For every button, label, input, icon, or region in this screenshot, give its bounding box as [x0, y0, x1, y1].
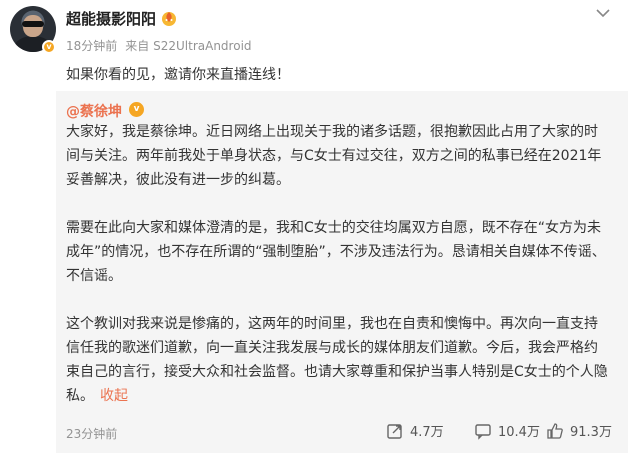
post-text: 如果你看的见，邀请你来直播连线！: [66, 67, 290, 83]
collapse-link[interactable]: 收起: [100, 388, 128, 404]
text-line: 大家好，我是蔡徐坤。近日网络上出现关于我的诸多话题，很抱歉因此占用了大家的时: [66, 124, 598, 140]
weibo-post: v 超能摄影阳阳 18分钟前 来自 S22UltraAndroid 如果你看的见，…: [0, 0, 628, 453]
repost-button[interactable]: 4.7万: [386, 421, 444, 440]
comment-icon: [475, 423, 491, 440]
text-line: 这个教训对我来说是惨痛的，这两年的时间里，我也在自责和懊悔中。再次向一直支持: [66, 316, 598, 332]
text-line: 不信谣。: [66, 268, 122, 284]
repost-count: 4.7万: [410, 425, 444, 440]
avatar-glasses: [22, 21, 44, 27]
verified-badge-icon: v: [42, 40, 56, 54]
fire-medal-icon[interactable]: [160, 9, 178, 27]
text-line: 私。 收起: [66, 384, 616, 408]
comment-count: 10.4万: [498, 425, 540, 440]
post-source: S22UltraAndroid: [153, 39, 252, 53]
original-author[interactable]: @蔡徐坤: [66, 101, 122, 121]
text-line: 信任我的歌迷们道歉，向一直关注我发展与成长的媒体朋友们道歉。今后，我会严格约: [66, 340, 598, 356]
source-prefix: 来自: [125, 39, 150, 53]
repost-paragraph: 大家好，我是蔡徐坤。近日网络上出现关于我的诸多话题，很抱歉因此占用了大家的时 间…: [66, 120, 616, 192]
repost-paragraph: 需要在此向大家和媒体澄清的是，我和C女士的交往均属双方自愿，既不存在“女方为未 …: [66, 216, 616, 288]
like-button[interactable]: 91.3万: [546, 421, 612, 440]
text-line: 妥善解决，彼此没有进一步的纠葛。: [66, 172, 290, 188]
chevron-down-icon[interactable]: [596, 8, 610, 18]
text-line: 成年”的情况，也不存在所谓的“强制堕胎”，不涉及违法行为。恳请相关自媒体不传谣、: [66, 244, 606, 260]
text-line: 需要在此向大家和媒体澄清的是，我和C女士的交往均属双方自愿，既不存在“女方为未: [66, 220, 602, 236]
repost-icon: [387, 423, 402, 439]
comment-button[interactable]: 10.4万: [474, 421, 540, 440]
repost-time[interactable]: 23分钟前: [66, 425, 117, 442]
repost-paragraph: 这个教训对我来说是惨痛的，这两年的时间里，我也在自责和懊悔中。再次向一直支持 信…: [66, 312, 616, 408]
post-meta: 18分钟前 来自 S22UltraAndroid: [66, 37, 252, 54]
like-icon: [547, 422, 563, 439]
verified-badge-icon: v: [129, 102, 144, 117]
like-count: 91.3万: [570, 425, 612, 440]
repost-box[interactable]: @蔡徐坤 v 大家好，我是蔡徐坤。近日网络上出现关于我的诸多话题，很抱歉因此占用…: [56, 91, 628, 453]
post-time[interactable]: 18分钟前: [66, 39, 117, 53]
username[interactable]: 超能摄影阳阳: [66, 8, 156, 29]
text-line: 间与关注。两年前我处于单身状态，与C女士有过交往，双方之间的私事已经在2021年: [66, 148, 602, 164]
text-line: 束自己的言行，接受大众和社会监督。也请大家尊重和保护当事人特别是C女士的个人隐: [66, 364, 608, 380]
last-line-text: 私。: [66, 388, 94, 404]
